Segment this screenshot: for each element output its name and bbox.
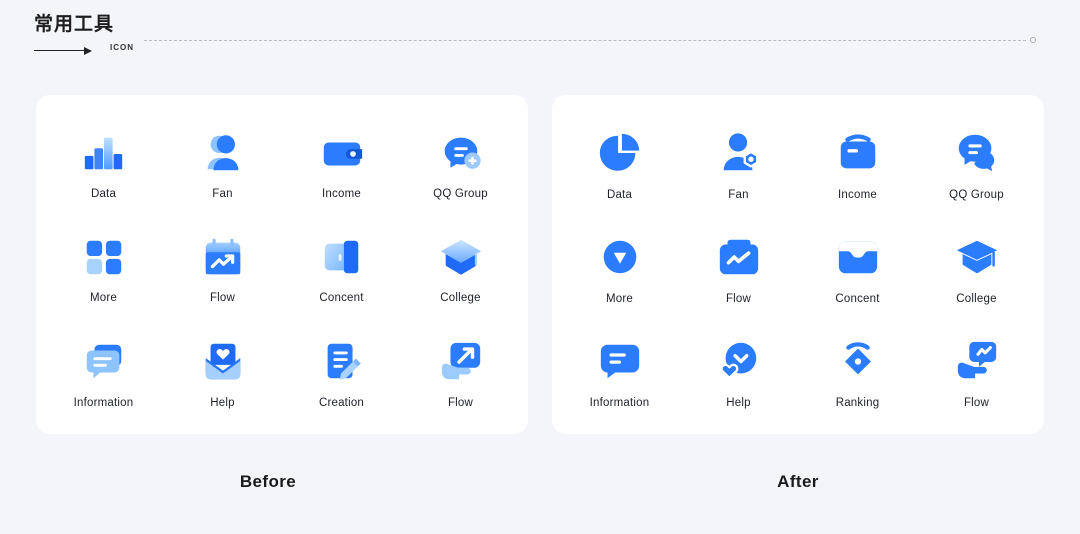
icon-item-fan[interactable]: Fan xyxy=(163,113,282,217)
page-header: 常用工具 ICON xyxy=(34,14,1050,60)
chat-stack-icon xyxy=(86,344,121,379)
icon-label: Concent xyxy=(835,292,880,305)
icon-item-qq-group[interactable]: QQ Group xyxy=(401,113,520,217)
door-open-icon xyxy=(324,241,358,274)
circle-heart-icon xyxy=(719,343,756,380)
icon-label: Income xyxy=(322,188,361,201)
icon-label: Ranking xyxy=(835,397,880,410)
icon-label: College xyxy=(956,292,997,305)
icon-label: Flow xyxy=(209,292,236,305)
icon-item-help[interactable]: Help xyxy=(679,322,798,426)
hand-chart-bubble-icon xyxy=(957,342,996,379)
icon-label: Data xyxy=(606,188,633,201)
user-person-icon xyxy=(207,135,238,171)
page-title: 常用工具 xyxy=(34,14,115,35)
after-panel: Data Fan Income QQ Group More Flow Conce… xyxy=(552,95,1044,434)
chat-bubble-lines-icon xyxy=(600,345,639,379)
graduation-cap-icon xyxy=(440,240,481,275)
chat-bubble-plus-icon xyxy=(444,137,481,169)
icon-label: Fan xyxy=(728,188,749,201)
icon-item-concent[interactable]: Concent xyxy=(282,217,401,321)
icon-item-creation[interactable]: Creation xyxy=(282,322,401,426)
envelope-heart-icon xyxy=(205,343,240,380)
icon-label: Information xyxy=(589,397,650,410)
before-icon-grid: Data Fan Income QQ Group More Flow Conce… xyxy=(36,95,528,434)
icon-label: College xyxy=(440,292,481,305)
after-caption: After xyxy=(777,472,819,491)
icon-item-income[interactable]: Income xyxy=(798,113,917,217)
icon-item-college[interactable]: College xyxy=(917,217,1036,321)
icon-item-concent[interactable]: Concent xyxy=(798,217,917,321)
arrow-line xyxy=(34,50,90,51)
arrow-underline xyxy=(34,46,106,55)
inbox-tray-icon xyxy=(838,241,877,274)
icon-label: Data xyxy=(90,188,117,201)
hand-arrow-icon xyxy=(441,342,480,380)
graduation-cap-icon xyxy=(956,240,997,274)
icon-item-fan[interactable]: Fan xyxy=(679,113,798,217)
purse-icon xyxy=(840,134,875,168)
icon-item-data[interactable]: Data xyxy=(44,113,163,217)
icon-label: More xyxy=(89,292,117,305)
user-badge-icon xyxy=(723,133,758,170)
icon-label: Income xyxy=(838,188,877,201)
icon-label: Concent xyxy=(319,292,364,305)
document-pencil-icon xyxy=(327,343,361,380)
icon-label: Fan xyxy=(212,188,233,201)
circle-marker-icon xyxy=(1030,37,1036,43)
calendar-trend-icon xyxy=(205,239,240,275)
icon-label: Help xyxy=(726,397,751,410)
icon-item-more[interactable]: More xyxy=(44,217,163,321)
before-panel: Data Fan Income QQ Group More Flow Conce… xyxy=(36,95,528,434)
icon-item-ranking[interactable]: Ranking xyxy=(798,322,917,426)
grid-squares-icon xyxy=(86,241,121,275)
icon-item-college[interactable]: College xyxy=(401,217,520,321)
pie-chart-icon xyxy=(599,133,639,171)
icon-item-flow-calendar[interactable]: Flow xyxy=(163,217,282,321)
medal-diamond-icon xyxy=(844,342,871,375)
arrow-head-icon xyxy=(84,46,92,55)
icon-item-flow-folder[interactable]: Flow xyxy=(679,217,798,321)
before-caption: Before xyxy=(239,472,297,491)
icon-item-information[interactable]: Information xyxy=(560,322,679,426)
bar-chart-icon xyxy=(84,137,122,170)
icon-label: Flow xyxy=(725,292,752,305)
after-icon-grid: Data Fan Income QQ Group More Flow Conce… xyxy=(552,95,1044,434)
icon-item-more[interactable]: More xyxy=(560,217,679,321)
page-root: 常用工具 ICON Data Fan Income QQ Group More … xyxy=(0,0,1080,534)
icon-item-income[interactable]: Income xyxy=(282,113,401,217)
icon-item-data[interactable]: Data xyxy=(560,113,679,217)
icon-item-qq-group[interactable]: QQ Group xyxy=(917,113,1036,217)
icon-label: Creation xyxy=(318,396,365,409)
chat-bubbles-icon xyxy=(958,134,994,171)
icon-item-help[interactable]: Help xyxy=(163,322,282,426)
icon-item-flow-hand[interactable]: Flow xyxy=(401,322,520,426)
icon-label: QQ Group xyxy=(949,188,1004,201)
icon-label: Flow xyxy=(447,396,474,409)
icon-item-flow-hand[interactable]: Flow xyxy=(917,322,1036,426)
folder-chart-icon xyxy=(719,239,758,275)
icon-label: Information xyxy=(73,396,134,409)
icon-label: QQ Group xyxy=(433,188,488,201)
circle-caret-down-icon xyxy=(603,240,636,274)
wallet-icon xyxy=(323,142,362,166)
icon-label: Help xyxy=(210,396,235,409)
icon-subtitle: ICON xyxy=(110,43,134,52)
icon-label: More xyxy=(605,292,633,305)
icon-label: Flow xyxy=(963,397,990,410)
dashed-divider xyxy=(144,40,1026,41)
icon-item-information[interactable]: Information xyxy=(44,322,163,426)
